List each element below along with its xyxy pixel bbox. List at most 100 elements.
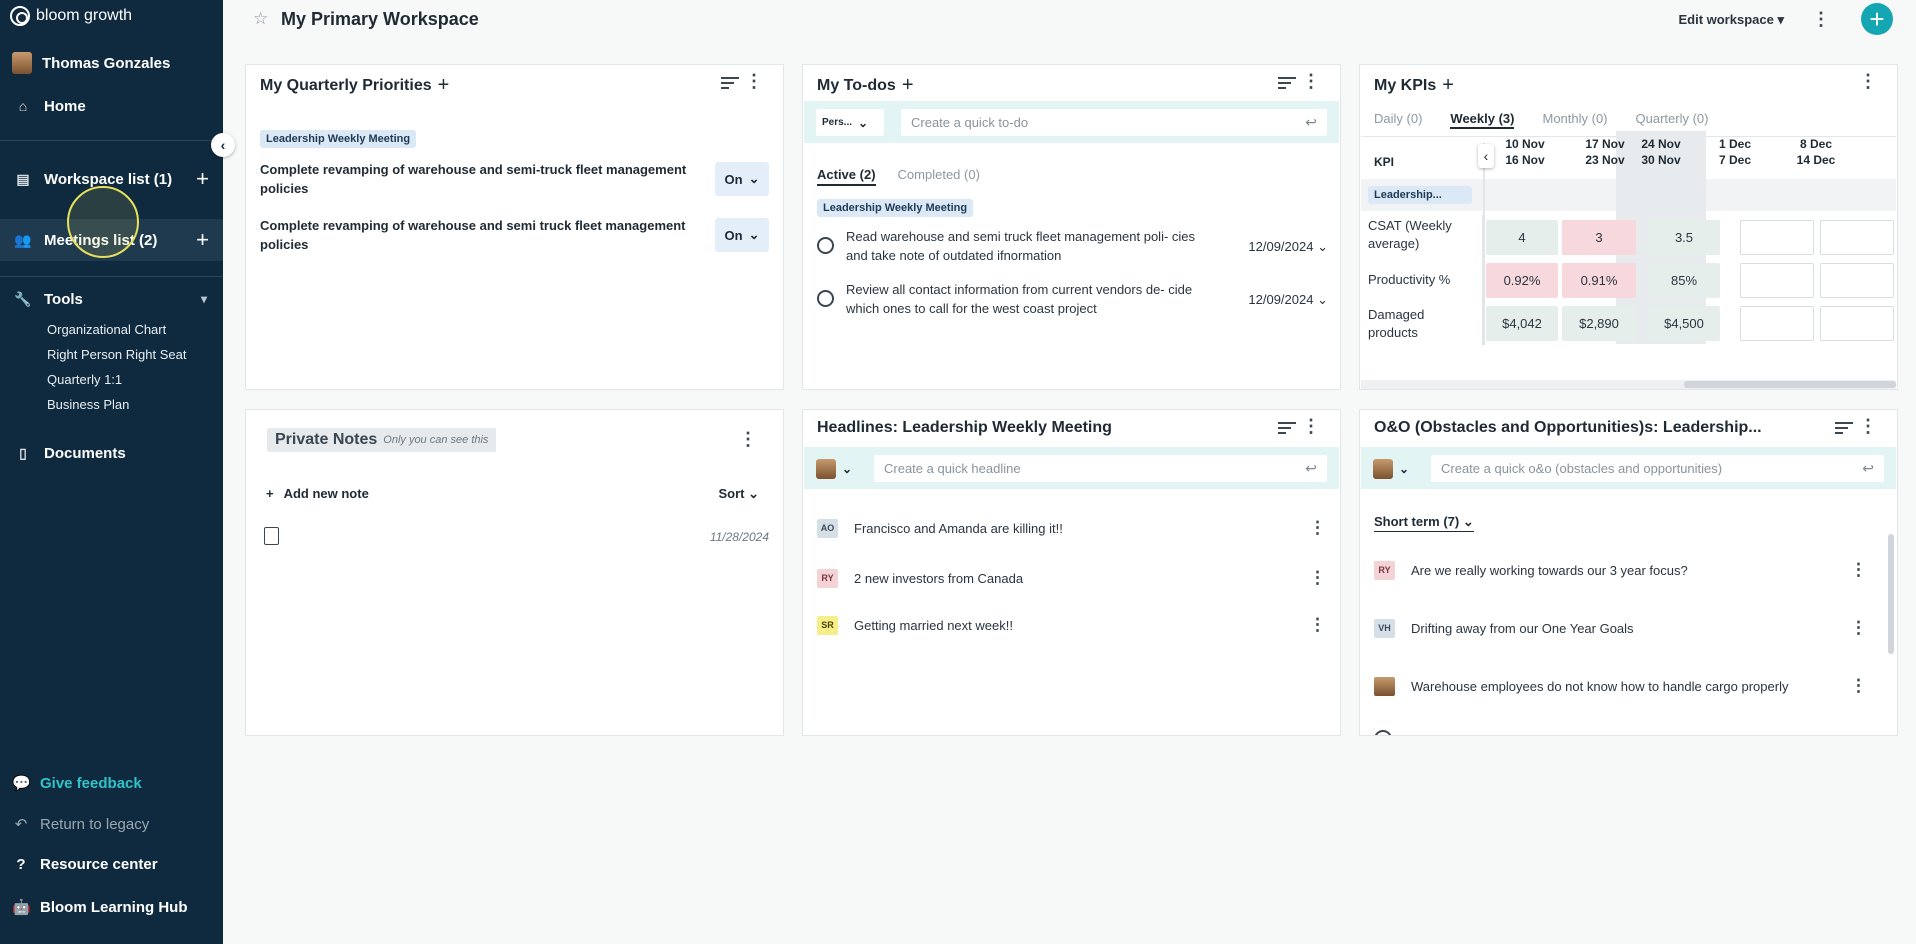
col-end: 7 Dec [1718, 153, 1752, 167]
todo-item[interactable]: Read warehouse and semi truck fleet mana… [817, 227, 1328, 267]
add-workspace-button[interactable]: + [196, 166, 209, 192]
add-meeting-button[interactable]: + [196, 227, 209, 253]
priority-status-dropdown[interactable]: On ⌄ [715, 218, 769, 252]
resource-center-label: Resource center [40, 855, 158, 873]
note-file-icon[interactable] [264, 527, 279, 545]
kpi-cell[interactable]: $2,890 [1562, 306, 1636, 341]
kpi-row-label[interactable]: CSAT (Weekly average) [1368, 217, 1472, 253]
scrollbar-thumb[interactable] [1684, 381, 1896, 388]
collapse-sidebar-button[interactable]: ‹ [211, 133, 235, 157]
priority-item[interactable]: Complete revamping of warehouse and semi… [260, 160, 700, 198]
sidebar-subitem-rprs[interactable]: Right Person Right Seat [47, 347, 186, 362]
add-priority-button[interactable]: + [438, 74, 450, 97]
sidebar-item-tools[interactable]: 🔧 Tools ▾ [0, 288, 223, 310]
user-profile[interactable]: Thomas Gonzales [12, 52, 170, 74]
sidebar-subitem-quarterly-1-1[interactable]: Quarterly 1:1 [47, 372, 122, 387]
list-item[interactable]: AO Francisco and Amanda are killing it!!… [817, 516, 1326, 540]
edit-workspace-button[interactable]: Edit workspace ▾ [1678, 12, 1784, 28]
row-menu-icon[interactable]: ⋮ [1309, 568, 1326, 588]
kpi-row-label[interactable]: Damaged products [1368, 306, 1472, 342]
row-menu-icon[interactable]: ⋮ [1309, 518, 1326, 538]
sort-icon[interactable] [1278, 77, 1296, 91]
kpi-cell[interactable]: 0.91% [1562, 263, 1636, 298]
tab-monthly[interactable]: Monthly (0) [1542, 111, 1607, 129]
kpi-horizontal-scrollbar[interactable] [1361, 380, 1896, 389]
more-options-icon[interactable]: ⋮ [1812, 9, 1830, 30]
sidebar-subitem-business-plan[interactable]: Business Plan [47, 397, 129, 412]
robot-icon: 🤖 [12, 899, 31, 916]
headline-owner-dropdown[interactable]: ⌄ [816, 455, 852, 482]
row-menu-icon[interactable]: ⋮ [1850, 560, 1867, 580]
kpi-cell[interactable]: 3 [1562, 220, 1636, 255]
kpi-row-label[interactable]: Productivity % [1368, 271, 1472, 289]
tab-daily[interactable]: Daily (0) [1374, 111, 1422, 129]
quick-todo-input[interactable]: Create a quick to-do ↩ [901, 109, 1327, 136]
priority-item[interactable]: Complete revamping of warehouse and semi… [260, 216, 700, 254]
todo-due-date[interactable]: 12/09/2024 ⌄ [1248, 237, 1328, 256]
card-menu-icon[interactable]: ⋮ [1302, 417, 1320, 435]
kpi-cell[interactable]: 0.92% [1486, 263, 1558, 298]
quick-oo-input[interactable]: Create a quick o&o (obstacles and opport… [1431, 455, 1884, 482]
row-menu-icon[interactable]: ⋮ [1850, 676, 1867, 696]
todo-checkbox[interactable] [817, 237, 834, 254]
term-filter-dropdown[interactable]: Short term (7) ⌄ [1374, 514, 1474, 532]
sidebar-item-home[interactable]: ⌂ Home [0, 96, 223, 116]
add-kpi-button[interactable]: + [1442, 74, 1454, 97]
sort-dropdown[interactable]: Sort ⌄ [718, 486, 759, 502]
sort-icon[interactable] [1835, 422, 1853, 436]
sort-icon[interactable] [721, 77, 739, 91]
oo-scrollbar[interactable] [1888, 534, 1894, 654]
todo-checkbox[interactable] [817, 290, 834, 307]
give-feedback-link[interactable]: 💬 Give feedback [0, 772, 223, 794]
kpi-cell[interactable] [1820, 263, 1894, 298]
headline-text: 2 new investors from Canada [854, 570, 1024, 586]
quick-headline-input[interactable]: Create a quick headline ↩ [874, 455, 1327, 482]
kpi-cell[interactable]: $4,042 [1486, 306, 1558, 341]
oo-owner-dropdown[interactable]: ⌄ [1373, 455, 1409, 482]
list-item[interactable]: VH Drifting away from our One Year Goals… [1374, 616, 1867, 640]
kpi-cell[interactable]: $4,500 [1648, 306, 1720, 341]
todo-owner-dropdown[interactable]: Pers... ⌄ [816, 109, 884, 136]
return-legacy-link[interactable]: ↶ Return to legacy [0, 813, 223, 835]
kpi-cell[interactable] [1740, 220, 1814, 255]
card-menu-icon[interactable]: ⋮ [745, 72, 763, 90]
initials-badge: RY [817, 568, 838, 588]
kpi-cell[interactable] [1820, 220, 1894, 255]
card-menu-icon[interactable]: ⋮ [1302, 72, 1320, 90]
resource-center-link[interactable]: ? Resource center [0, 853, 223, 875]
sort-icon[interactable] [1278, 422, 1296, 436]
card-menu-icon[interactable]: ⋮ [1859, 72, 1877, 90]
list-item[interactable]: RY Are we really working towards our 3 y… [1374, 558, 1867, 582]
sidebar-item-documents[interactable]: ▯ Documents [0, 442, 223, 464]
tab-active[interactable]: Active (2) [817, 167, 876, 186]
tab-weekly[interactable]: Weekly (3) [1450, 111, 1515, 129]
kpi-column-header: 8 Dec 14 Dec [1781, 136, 1851, 168]
kpi-cell[interactable] [1740, 306, 1814, 341]
chevron-down-icon: ⌄ [1317, 292, 1328, 307]
kpi-cell[interactable]: 4 [1486, 220, 1558, 255]
row-menu-icon[interactable]: ⋮ [1850, 618, 1867, 638]
tab-completed[interactable]: Completed (0) [898, 167, 980, 186]
tab-quarterly[interactable]: Quarterly (0) [1636, 111, 1709, 129]
card-menu-icon[interactable]: ⋮ [739, 430, 757, 448]
brand-logo[interactable]: bloom growth [10, 6, 132, 26]
sidebar-subitem-org-chart[interactable]: Organizational Chart [47, 322, 166, 337]
list-item[interactable]: SR Getting married next week!! ⋮ [817, 613, 1326, 637]
todo-item[interactable]: Review all contact information from curr… [817, 280, 1328, 320]
favorite-star-icon[interactable]: ☆ [253, 9, 268, 29]
todo-due-date[interactable]: 12/09/2024 ⌄ [1248, 290, 1328, 309]
row-menu-icon[interactable]: ⋮ [1309, 615, 1326, 635]
kpi-cell[interactable] [1820, 306, 1894, 341]
add-note-button[interactable]: + Add new note [266, 486, 369, 501]
card-menu-icon[interactable]: ⋮ [1859, 417, 1877, 435]
kpi-cell[interactable]: 85% [1648, 263, 1720, 298]
kpi-cell[interactable]: 3.5 [1648, 220, 1720, 255]
users-icon: 👥 [14, 231, 32, 248]
list-item[interactable]: Warehouse employees do not know how to h… [1374, 674, 1867, 698]
add-todo-button[interactable]: + [902, 74, 914, 97]
learning-hub-link[interactable]: 🤖 Bloom Learning Hub [0, 896, 223, 918]
kpi-cell[interactable] [1740, 263, 1814, 298]
list-item[interactable]: RY 2 new investors from Canada ⋮ [817, 566, 1326, 590]
create-button[interactable]: + [1861, 3, 1893, 35]
priority-status-dropdown[interactable]: On ⌄ [715, 162, 769, 196]
